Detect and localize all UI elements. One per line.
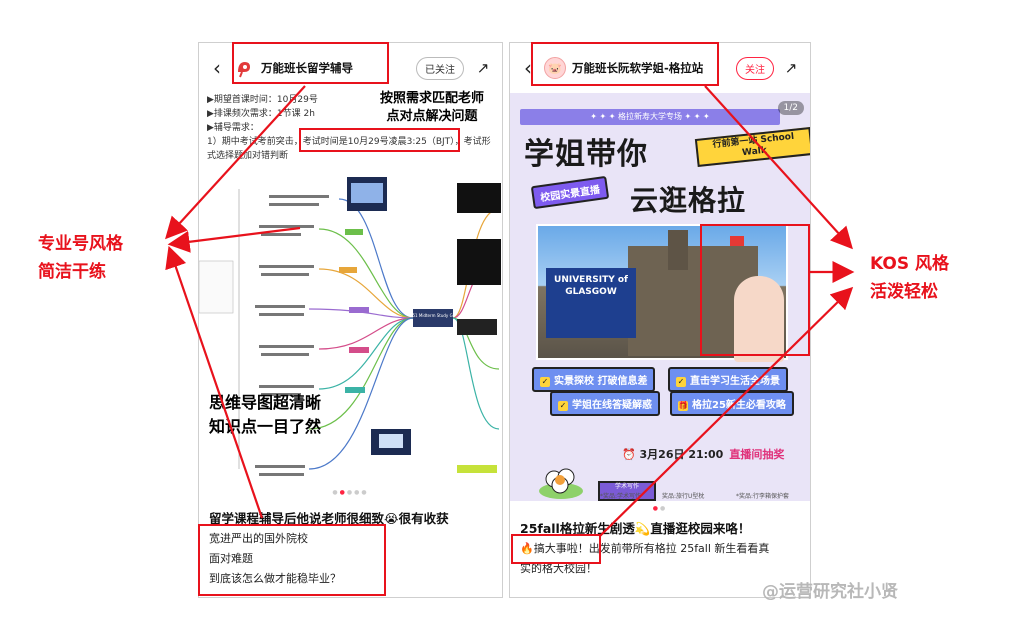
highlight-left-account — [232, 42, 389, 84]
left-post-screenshot: ‹ 万能班长留学辅导 已关注 ↗ ▶期望首课时间：10月29号 ▶排课频次需求：… — [198, 42, 503, 598]
poster-headline-2: 云逛格拉 — [630, 184, 747, 217]
live-tag: 校园实景直播 — [530, 175, 610, 210]
share-icon[interactable]: ↗ — [472, 59, 494, 77]
prize-caption: 奖品:旅行U型枕 — [662, 493, 705, 500]
share-icon[interactable]: ↗ — [780, 59, 802, 77]
mindmap-overlay-text: 思维导图超清晰 知识点一目了然 — [209, 393, 322, 436]
school-walk-tag: 行前第一站 School Walk — [694, 127, 810, 167]
mindmap-image: ECS51 Midterm Study Guide — [199, 169, 502, 499]
check-icon: ✓ — [540, 377, 550, 387]
poster-band: ✦ ✦ ✦ 格拉新寿大学专场 ✦ ✦ ✦ — [520, 109, 780, 125]
annotation-kos-style: KOS 风格 活泼轻松 — [870, 254, 950, 302]
watermark: @运营研究社小贤 — [762, 582, 898, 602]
university-sign: UNIVERSITY of GLASGOW — [546, 268, 636, 338]
follow-button[interactable]: 关注 — [736, 56, 774, 80]
highlight-left-body — [198, 524, 386, 596]
comparison-canvas: ‹ 万能班长留学辅导 已关注 ↗ ▶期望首课时间：10月29号 ▶排课频次需求：… — [0, 0, 1025, 628]
feature-item: 🎁 格拉25新生必看攻略 — [670, 391, 794, 416]
carousel-dots: ●● — [652, 505, 668, 512]
prize-caption: *奖品:行李箱保护套 — [736, 493, 790, 500]
check-icon: ✓ — [558, 401, 568, 411]
highlight-right-account — [531, 42, 719, 86]
feature-item: ✓ 实景探校 打破信息差 — [532, 367, 656, 392]
mindmap-center-label: ECS51 Midterm Study Guide — [405, 313, 462, 318]
poster-headline-1: 学姐带你 — [524, 137, 648, 172]
check-icon: ✓ — [676, 377, 686, 387]
back-arrow-icon[interactable]: ‹ — [205, 56, 229, 80]
gift-icon: 🎁 — [678, 401, 688, 411]
mindmap-graphic: ECS51 Midterm Study Guide — [199, 177, 501, 476]
match-teacher-overlay: 按照需求匹配老师 点对点解决问题 — [379, 91, 484, 124]
lottery-label: 直播间抽奖 — [729, 448, 785, 461]
tower-shape — [668, 230, 688, 270]
feature-item: ✓ 直击学习生活全场景 — [668, 367, 788, 392]
prize-caption: *奖品:学术写作 — [600, 493, 642, 500]
following-button[interactable]: 已关注 — [416, 56, 464, 80]
feature-item: ✓ 学姐在线答疑解惑 — [550, 391, 660, 416]
highlight-exam-time — [299, 128, 460, 152]
annotation-professional-style: 专业号风格 简洁干练 — [38, 234, 123, 282]
carousel-dots: ●●●●● — [332, 489, 369, 496]
flower-icon — [539, 468, 583, 499]
highlight-emoji-opener — [511, 534, 601, 564]
live-date: ⏰ 3月26日 21:00 直播间抽奖 — [622, 448, 785, 461]
page-indicator: 1/2 — [777, 101, 804, 115]
highlight-student — [700, 224, 810, 356]
